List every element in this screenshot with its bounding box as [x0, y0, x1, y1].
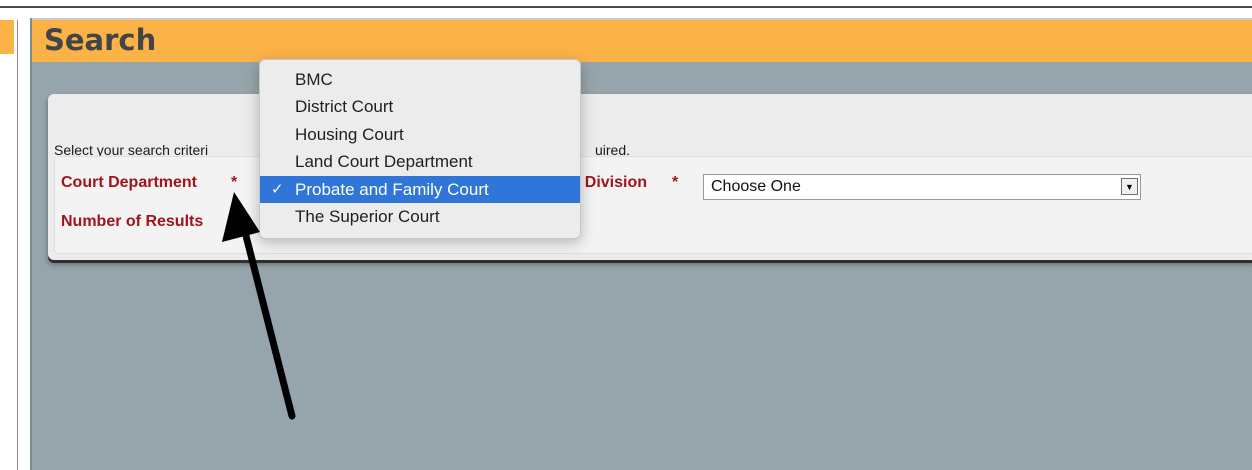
number-of-results-label: Number of Results	[61, 213, 204, 230]
dropdown-option-the-superior-court[interactable]: The Superior Court	[260, 203, 580, 230]
page-title: Search	[44, 23, 157, 57]
panel-header: Search	[32, 18, 1252, 62]
top-divider	[0, 6, 1252, 8]
court-division-required-marker: *	[672, 174, 679, 191]
left-border-line	[17, 20, 18, 470]
dropdown-option-land-court-department[interactable]: Land Court Department	[260, 148, 580, 175]
criteria-inner-box	[54, 156, 1252, 254]
dropdown-option-district-court[interactable]: District Court	[260, 93, 580, 120]
dropdown-option-probate-and-family-court[interactable]: ✓ Probate and Family Court	[260, 175, 580, 203]
court-department-dropdown: BMC District Court Housing Court Land Co…	[259, 59, 581, 239]
search-panel: Search Select your search criteri uired.	[30, 18, 1252, 470]
dropdown-option-label: Probate and Family Court	[295, 179, 489, 199]
dropdown-option-label: Housing Court	[295, 124, 404, 144]
dropdown-option-label: Land Court Department	[295, 152, 473, 172]
chevron-down-icon[interactable]: ▼	[1121, 178, 1138, 195]
dropdown-option-label: District Court	[295, 97, 394, 117]
checkmark-icon: ✓	[271, 180, 284, 198]
court-department-required-marker: *	[231, 174, 238, 191]
left-tab-accent	[0, 20, 14, 54]
court-division-select-value: Choose One	[711, 178, 801, 195]
dropdown-option-label: BMC	[295, 70, 333, 89]
court-department-label: Court Department	[61, 174, 198, 191]
dropdown-option-label: The Superior Court	[295, 206, 440, 226]
dropdown-option-bmc[interactable]: BMC	[260, 66, 580, 93]
court-division-label: t Division	[575, 174, 648, 191]
dropdown-option-housing-court[interactable]: Housing Court	[260, 121, 580, 148]
court-division-select[interactable]: Choose One ▼	[703, 174, 1141, 200]
